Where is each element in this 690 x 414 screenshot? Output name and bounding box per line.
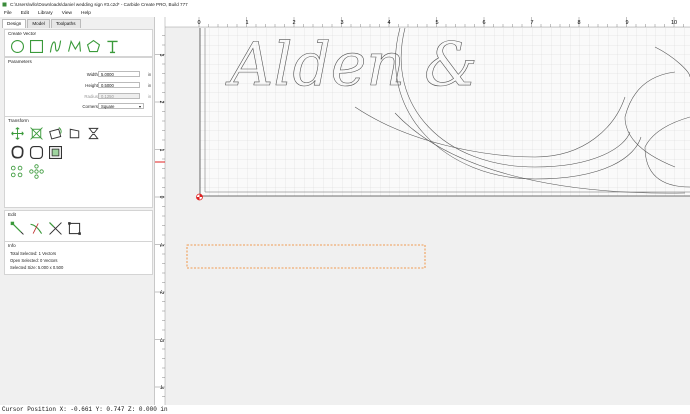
radius-row: Radius 0.1250 in: [5, 93, 152, 101]
corners-value: Square: [101, 104, 115, 109]
mode-tabs: Design Model Toolpaths: [2, 19, 82, 28]
selected-rectangle[interactable]: [186, 244, 426, 269]
left-panel: Design Model Toolpaths Create Vector Par…: [0, 17, 155, 405]
x-tick-label: 7: [530, 20, 533, 26]
y-tick-label: 2: [158, 101, 164, 104]
create-vector-title: Create Vector: [8, 31, 37, 36]
node-edit-icon[interactable]: [9, 220, 26, 237]
text-icon[interactable]: [104, 38, 121, 55]
tab-design[interactable]: Design: [2, 19, 27, 28]
parameters-panel: Parameters Width 5.0000 in Height 0.5000…: [4, 57, 153, 117]
chevron-down-icon: ▾: [138, 104, 141, 109]
rectangle-icon[interactable]: [28, 38, 45, 55]
x-tick-label: 4: [387, 20, 390, 26]
x-tick-label: 0: [197, 20, 200, 26]
menu-bar: File Edit Library View Help: [0, 9, 690, 17]
corners-row: Corners Square ▾: [5, 103, 152, 111]
radius-field[interactable]: 0.1250: [98, 93, 140, 99]
width-field[interactable]: 5.0000: [98, 71, 140, 77]
knife-icon[interactable]: [28, 220, 45, 237]
height-label: Height: [85, 83, 98, 88]
trim-icon[interactable]: [47, 220, 64, 237]
y-tick-label: -1: [158, 243, 164, 248]
transform-panel: Transform: [4, 116, 153, 208]
status-bar: Cursor Position X: -0.661 Y: 0.747 Z: 0.…: [0, 405, 690, 414]
x-tick-label: 10: [671, 20, 677, 26]
height-row: Height 0.5000 in: [5, 82, 152, 90]
window-title: C:\Users\wllo\Downloads\daniel wedding s…: [10, 2, 188, 7]
inset-icon[interactable]: [47, 144, 64, 161]
info-title: Info: [8, 243, 16, 248]
width-row: Width 5.0000 in: [5, 71, 152, 79]
mirror-icon[interactable]: [66, 125, 83, 142]
x-tick-label: 9: [625, 20, 628, 26]
open-selected: Open Selected: 0 Vectors: [10, 258, 58, 263]
transform-title: Transform: [8, 118, 29, 123]
flip-icon[interactable]: [85, 125, 102, 142]
polyline-icon[interactable]: [66, 38, 83, 55]
radius-unit: in: [148, 94, 152, 99]
fillet-icon[interactable]: [28, 144, 45, 161]
height-field[interactable]: 0.5000: [98, 82, 140, 88]
info-panel: Info Total Selected: 1 Vectors Open Sele…: [4, 241, 153, 275]
x-tick-label: 6: [482, 20, 485, 26]
y-tick-label: 1: [158, 149, 164, 152]
join-icon[interactable]: [66, 220, 83, 237]
y-tick-label: -4: [158, 385, 164, 390]
x-tick-label: 1: [245, 20, 248, 26]
selected-size: Selected Size: 5.000 x 0.500: [10, 265, 64, 270]
polygon-icon[interactable]: [85, 38, 102, 55]
menu-library[interactable]: Library: [38, 11, 53, 16]
left-ruler: [155, 17, 165, 405]
menu-help[interactable]: Help: [81, 11, 91, 16]
height-unit: in: [148, 83, 152, 88]
x-tick-label: 2: [292, 20, 295, 26]
x-tick-label: 8: [577, 20, 580, 26]
y-tick-label: -3: [158, 338, 164, 343]
tab-toolpaths[interactable]: Toolpaths: [50, 19, 81, 28]
width-label: Width: [86, 72, 98, 77]
tab-model[interactable]: Model: [27, 19, 50, 28]
offset-icon[interactable]: [9, 144, 26, 161]
curve-icon[interactable]: [47, 38, 64, 55]
title-bar: C:\Users\wllo\Downloads\daniel wedding s…: [0, 0, 690, 9]
origin-marker: [196, 193, 203, 201]
menu-edit[interactable]: Edit: [21, 11, 29, 16]
parameters-title: Parameters: [8, 59, 32, 64]
y-tick-label: -2: [158, 290, 164, 295]
create-vector-panel: Create Vector: [4, 29, 153, 57]
y-tick-label: 3: [158, 54, 164, 57]
menu-view[interactable]: View: [62, 11, 72, 16]
scale-icon[interactable]: [28, 125, 45, 142]
corners-label: Corners: [82, 104, 98, 109]
edit-panel: Edit: [4, 210, 153, 242]
top-ruler: [155, 17, 690, 27]
x-tick-label: 5: [435, 20, 438, 26]
move-icon[interactable]: [9, 125, 26, 142]
design-text: Alden &: [225, 30, 478, 100]
corners-select[interactable]: Square ▾: [98, 103, 144, 109]
x-tick-label: 3: [340, 20, 343, 26]
menu-file[interactable]: File: [4, 11, 12, 16]
design-canvas[interactable]: Alden & 0 1 2 3 4 5 6 7 8 9 10 3 2 1 0 -…: [155, 17, 690, 405]
array-icon[interactable]: [28, 163, 45, 180]
total-selected: Total Selected: 1 Vectors: [10, 251, 57, 256]
radius-label: Radius: [84, 94, 98, 99]
y-tick-label: 0: [158, 196, 164, 199]
circle-icon[interactable]: [9, 38, 26, 55]
edit-title: Edit: [8, 212, 16, 217]
rotate-icon[interactable]: [47, 125, 64, 142]
align-icon[interactable]: [9, 163, 26, 180]
width-unit: in: [148, 72, 152, 77]
canvas-svg[interactable]: Alden & 0 1 2 3 4 5 6 7 8 9 10 3 2 1 0 -…: [155, 17, 690, 405]
app-icon: [2, 2, 7, 7]
